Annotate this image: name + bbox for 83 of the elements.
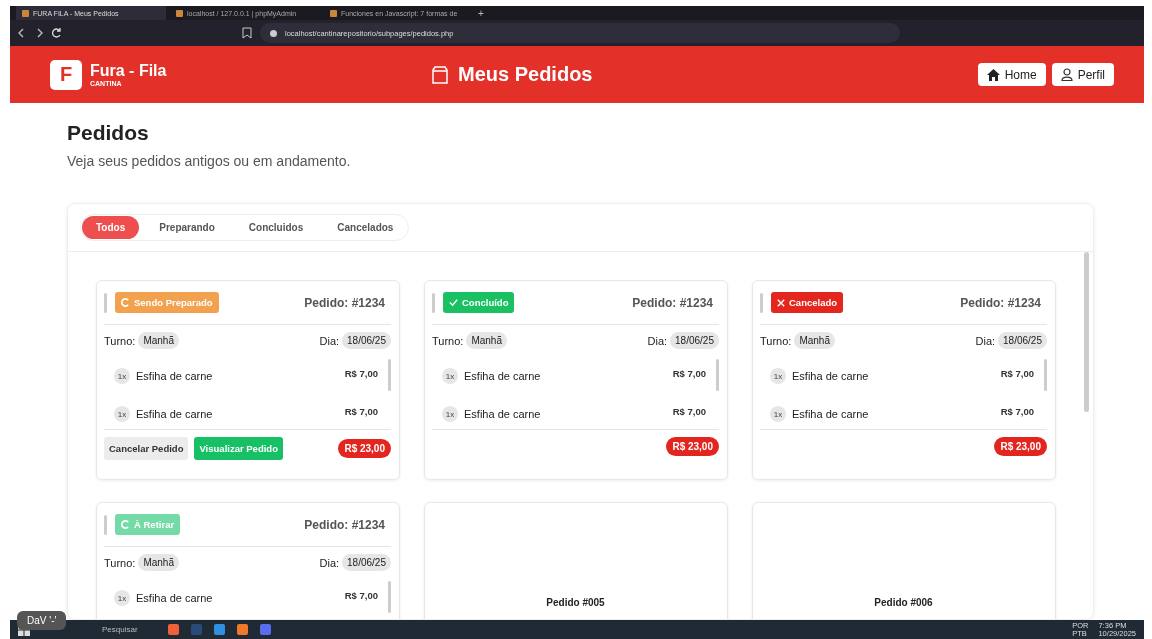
status-badge: Cancelado bbox=[771, 292, 844, 313]
item-name: Esfiha de carne bbox=[464, 408, 542, 420]
shift-value: Manhã bbox=[794, 332, 835, 349]
status-badge: Concluído bbox=[443, 292, 515, 313]
overlay-label: DaV '-' bbox=[17, 611, 67, 630]
page-subtitle: Veja seus pedidos antigos ou em andamento. bbox=[67, 153, 352, 169]
day-label: Dia: bbox=[975, 334, 996, 347]
favicon-icon bbox=[330, 9, 337, 17]
day-label: Dia: bbox=[647, 334, 668, 347]
date-value: 18/06/25 bbox=[670, 332, 719, 349]
quantity-badge: 1x bbox=[114, 406, 130, 422]
shift-label: Turno: bbox=[104, 556, 136, 569]
total-badge: R$ 23,00 bbox=[994, 437, 1047, 456]
item-name: Esfiha de carne bbox=[792, 370, 870, 382]
scrollbar[interactable] bbox=[1084, 252, 1089, 412]
filter-tab[interactable]: Todos bbox=[82, 216, 140, 239]
total-badge: R$ 23,00 bbox=[338, 439, 391, 458]
shift-label: Turno: bbox=[432, 334, 464, 347]
shift-value: Manhã bbox=[466, 332, 507, 349]
new-tab-button[interactable]: + bbox=[478, 7, 484, 19]
favicon-icon bbox=[176, 9, 183, 17]
item-price: R$ 7,00 bbox=[344, 589, 378, 601]
date-value: 18/06/25 bbox=[342, 554, 391, 571]
home-button[interactable]: Home bbox=[977, 63, 1046, 86]
filter-tab[interactable]: Cancelados bbox=[323, 216, 408, 239]
quantity-badge: 1x bbox=[770, 406, 786, 422]
scrollbar[interactable] bbox=[388, 359, 391, 391]
shift-label: Turno: bbox=[104, 334, 136, 347]
shift-value: Manhã bbox=[138, 332, 179, 349]
brand-name: Fura - Fila bbox=[90, 62, 167, 80]
taskbar-search[interactable]: Pesquisar bbox=[102, 625, 138, 634]
scrollbar[interactable] bbox=[1044, 359, 1047, 391]
status-badge: À Retirar bbox=[115, 514, 181, 535]
date-value: 18/06/25 bbox=[998, 332, 1047, 349]
order-number: Pedido: #1234 bbox=[304, 295, 386, 310]
bookmark-icon[interactable] bbox=[242, 27, 252, 39]
item-name: Esfiha de carne bbox=[136, 370, 214, 382]
order-number: Pedido: #1234 bbox=[632, 295, 714, 310]
item-price: R$ 7,00 bbox=[344, 405, 378, 417]
navigation-icon[interactable] bbox=[18, 27, 64, 39]
app-icon[interactable] bbox=[259, 624, 271, 635]
item-name: Esfiha de carne bbox=[136, 592, 214, 604]
logo-icon: F bbox=[50, 59, 82, 90]
profile-button[interactable]: Perfil bbox=[1051, 63, 1114, 86]
item-price: R$ 7,00 bbox=[1000, 367, 1034, 379]
shift-value: Manhã bbox=[138, 554, 179, 571]
quantity-badge: 1x bbox=[442, 406, 458, 422]
quantity-badge: 1x bbox=[442, 368, 458, 384]
shift-label: Turno: bbox=[760, 334, 792, 347]
order-number: Pedido: #1234 bbox=[304, 517, 386, 532]
item-name: Esfiha de carne bbox=[464, 370, 542, 382]
info-icon bbox=[270, 29, 277, 37]
favicon-icon bbox=[22, 9, 29, 17]
date-value: 18/06/25 bbox=[342, 332, 391, 349]
item-price: R$ 7,00 bbox=[1000, 405, 1034, 417]
quantity-badge: 1x bbox=[114, 590, 130, 606]
cancel-order-button[interactable]: Cancelar Pedido bbox=[104, 437, 189, 460]
status-badge: Sendo Preparado bbox=[115, 292, 219, 313]
filter-tab[interactable]: Concluidos bbox=[234, 216, 318, 239]
day-label: Dia: bbox=[319, 556, 340, 569]
item-price: R$ 7,00 bbox=[344, 367, 378, 379]
order-number: Pedido: #1234 bbox=[960, 295, 1042, 310]
filter-tab[interactable]: Preparando bbox=[145, 216, 229, 239]
app-icon[interactable] bbox=[236, 624, 248, 635]
person-icon bbox=[1060, 68, 1073, 81]
page-title: Pedidos bbox=[67, 121, 150, 145]
scrollbar[interactable] bbox=[716, 359, 719, 391]
app-icon[interactable] bbox=[213, 624, 225, 635]
home-icon bbox=[986, 68, 1000, 81]
app-icon[interactable] bbox=[167, 624, 179, 635]
box-icon bbox=[430, 64, 450, 85]
page-header-title: Meus Pedidos bbox=[458, 63, 593, 86]
item-name: Esfiha de carne bbox=[136, 408, 214, 420]
item-price: R$ 7,00 bbox=[672, 405, 706, 417]
order-title: Pedido #005 bbox=[546, 596, 605, 608]
order-title: Pedido #006 bbox=[874, 596, 933, 608]
item-name: Esfiha de carne bbox=[792, 408, 870, 420]
quantity-badge: 1x bbox=[114, 368, 130, 384]
item-price: R$ 7,00 bbox=[672, 367, 706, 379]
total-badge: R$ 23,00 bbox=[666, 437, 719, 456]
day-label: Dia: bbox=[319, 334, 340, 347]
quantity-badge: 1x bbox=[770, 368, 786, 384]
scrollbar[interactable] bbox=[388, 581, 391, 613]
